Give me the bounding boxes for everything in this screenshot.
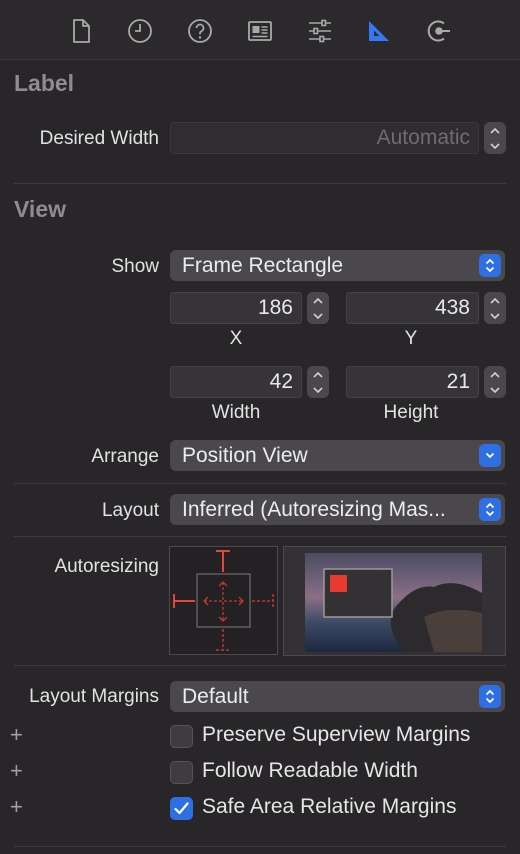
chevron-down-icon bbox=[479, 444, 501, 467]
show-value: Frame Rectangle bbox=[182, 254, 344, 277]
add-variation-button[interactable]: + bbox=[10, 722, 23, 748]
chevron-down-icon[interactable] bbox=[484, 382, 506, 398]
add-variation-button[interactable]: + bbox=[10, 758, 23, 784]
up-down-arrows-icon bbox=[479, 685, 501, 708]
x-field[interactable]: 186 bbox=[170, 292, 302, 324]
desired-width-label: Desired Width bbox=[39, 128, 159, 149]
chevron-up-icon[interactable] bbox=[484, 366, 506, 382]
autoresizing-label: Autoresizing bbox=[54, 556, 159, 577]
id-card-icon[interactable] bbox=[245, 16, 275, 46]
desired-width-stepper[interactable] bbox=[484, 122, 506, 154]
chevron-up-icon[interactable] bbox=[484, 292, 506, 308]
file-icon[interactable] bbox=[66, 16, 96, 46]
connection-icon[interactable] bbox=[424, 16, 454, 46]
preserve-superview-margins-label: Preserve Superview Margins bbox=[202, 723, 471, 746]
chevron-up-icon[interactable] bbox=[307, 366, 329, 382]
sliders-icon[interactable] bbox=[305, 16, 335, 46]
chevron-down-icon[interactable] bbox=[484, 308, 506, 324]
safe-area-relative-margins-label: Safe Area Relative Margins bbox=[202, 795, 457, 818]
y-label: Y bbox=[404, 328, 418, 349]
view-section-title: View bbox=[14, 196, 66, 222]
show-popup[interactable]: Frame Rectangle bbox=[170, 250, 505, 281]
layout-label: Layout bbox=[101, 500, 159, 521]
autoresizing-springs-struts-icon bbox=[173, 550, 274, 651]
add-variation-button[interactable]: + bbox=[10, 794, 23, 820]
up-down-arrows-icon bbox=[479, 498, 501, 521]
up-down-arrows-icon bbox=[479, 254, 501, 277]
chevron-up-icon[interactable] bbox=[484, 122, 506, 138]
arrange-value: Position View bbox=[182, 444, 308, 467]
label-section-title: Label bbox=[14, 70, 75, 96]
question-icon[interactable] bbox=[185, 16, 215, 46]
arrange-label: Arrange bbox=[91, 446, 159, 467]
chevron-down-icon[interactable] bbox=[484, 138, 506, 154]
preserve-superview-margins-checkbox[interactable] bbox=[170, 725, 193, 748]
checkmark-icon bbox=[174, 802, 189, 815]
x-label: X bbox=[229, 328, 243, 349]
x-stepper[interactable] bbox=[307, 292, 329, 324]
chevron-down-icon[interactable] bbox=[307, 382, 329, 398]
safe-area-relative-margins-checkbox[interactable] bbox=[170, 797, 193, 820]
height-label: Height bbox=[383, 402, 439, 423]
y-stepper[interactable] bbox=[484, 292, 506, 324]
inspector-toolbar bbox=[0, 0, 520, 60]
layout-margins-value: Default bbox=[182, 685, 249, 708]
follow-readable-width-checkbox[interactable] bbox=[170, 761, 193, 784]
arrange-popup[interactable]: Position View bbox=[170, 440, 505, 471]
width-stepper[interactable] bbox=[307, 366, 329, 398]
section-divider bbox=[14, 665, 506, 666]
show-label: Show bbox=[111, 256, 159, 277]
autoresizing-preview bbox=[283, 546, 506, 656]
width-label: Width bbox=[211, 402, 261, 423]
follow-readable-width-label: Follow Readable Width bbox=[202, 759, 418, 782]
wallpaper-preview-image bbox=[305, 553, 482, 652]
chevron-down-icon[interactable] bbox=[307, 308, 329, 324]
chevron-up-icon[interactable] bbox=[307, 292, 329, 308]
layout-margins-popup[interactable]: Default bbox=[170, 681, 505, 712]
section-divider bbox=[14, 536, 506, 537]
section-divider bbox=[14, 183, 506, 184]
section-divider bbox=[14, 846, 506, 847]
width-field[interactable]: 42 bbox=[170, 366, 302, 398]
ruler-triangle-icon[interactable] bbox=[364, 16, 394, 46]
height-field[interactable]: 21 bbox=[346, 366, 479, 398]
height-stepper[interactable] bbox=[484, 366, 506, 398]
desired-width-field[interactable]: Automatic bbox=[170, 122, 479, 154]
clock-icon[interactable] bbox=[125, 16, 155, 46]
y-field[interactable]: 438 bbox=[346, 292, 479, 324]
layout-popup[interactable]: Inferred (Autoresizing Mas... bbox=[170, 494, 505, 525]
autoresizing-mask-editor[interactable] bbox=[169, 546, 278, 655]
layout-margins-label: Layout Margins bbox=[29, 686, 159, 707]
layout-value: Inferred (Autoresizing Mas... bbox=[182, 498, 446, 521]
section-divider bbox=[14, 483, 506, 484]
